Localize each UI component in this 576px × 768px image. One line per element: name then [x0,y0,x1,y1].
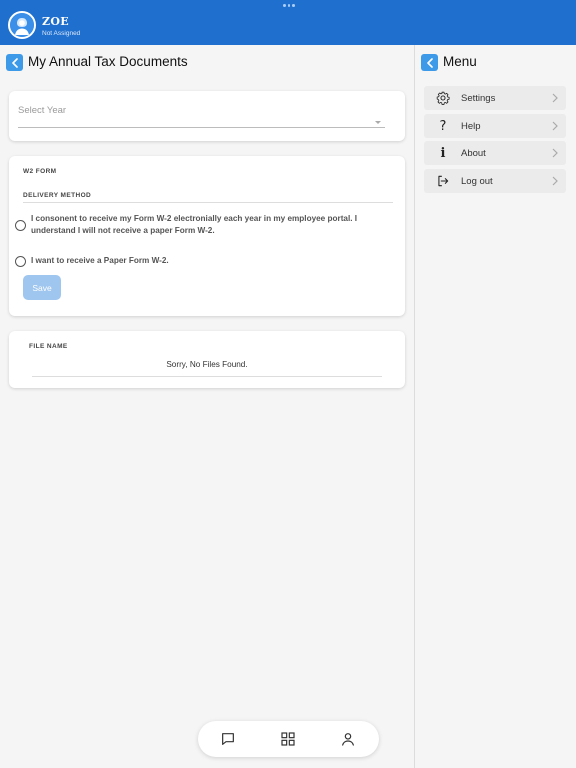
menu-item-about[interactable]: i About [424,141,566,165]
menu-pane: Menu Settings ? Help i About Log out [415,45,576,768]
avatar[interactable] [8,11,36,39]
select-year-placeholder: Select Year [18,105,67,116]
menu-item-label: About [461,148,486,159]
chevron-right-icon [552,148,558,158]
chevron-left-icon [11,57,18,68]
electronic-delivery-label[interactable]: I consonent to receive my Form W-2 elect… [31,213,401,237]
select-underline [18,127,385,128]
files-card: FILE NAME Sorry, No Files Found. [9,331,405,388]
gear-icon [436,91,450,105]
electronic-delivery-radio[interactable] [15,220,26,231]
dropdown-caret-icon [375,121,381,124]
menu-item-label: Help [461,121,481,132]
menu-item-help[interactable]: ? Help [424,114,566,138]
divider [23,202,393,203]
w2-section-title: W2 FORM [23,168,57,175]
grid-icon[interactable] [280,731,296,747]
info-icon: i [440,145,446,161]
chevron-right-icon [552,121,558,131]
logout-icon [436,174,450,188]
bottom-tab-bar [198,721,379,757]
w2-form-card: W2 FORM DELIVERY METHOD I consonent to r… [9,156,405,316]
menu-item-label: Settings [461,93,496,104]
select-year-dropdown[interactable]: Select Year [9,91,405,141]
menu-item-logout[interactable]: Log out [424,169,566,193]
chevron-right-icon [552,176,558,186]
main-pane: My Annual Tax Documents Select Year W2 F… [0,45,414,768]
menu-back-button[interactable] [421,54,438,71]
menu-item-settings[interactable]: Settings [424,86,566,110]
chevron-left-icon [426,57,433,68]
user-name: ZOE [42,15,69,28]
empty-files-message: Sorry, No Files Found. [166,360,248,369]
divider [32,376,382,377]
file-name-header: FILE NAME [29,343,68,350]
delivery-method-label: DELIVERY METHOD [23,192,92,199]
back-button[interactable] [6,54,23,71]
paper-delivery-label[interactable]: I want to receive a Paper Form W-2. [31,255,169,267]
page-title: My Annual Tax Documents [28,54,188,69]
user-status: Not Assigned [42,30,81,37]
app-header: ZOE Not Assigned [0,0,576,45]
multitasking-grip-icon[interactable] [283,4,296,7]
menu-item-label: Log out [461,176,493,187]
person-icon[interactable] [340,731,356,747]
paper-delivery-radio[interactable] [15,256,26,267]
save-button[interactable]: Save [23,275,61,300]
chat-icon[interactable] [220,731,236,747]
question-icon: ? [439,118,447,134]
avatar-person-icon [10,13,34,37]
menu-title: Menu [443,54,477,69]
chevron-right-icon [552,93,558,103]
